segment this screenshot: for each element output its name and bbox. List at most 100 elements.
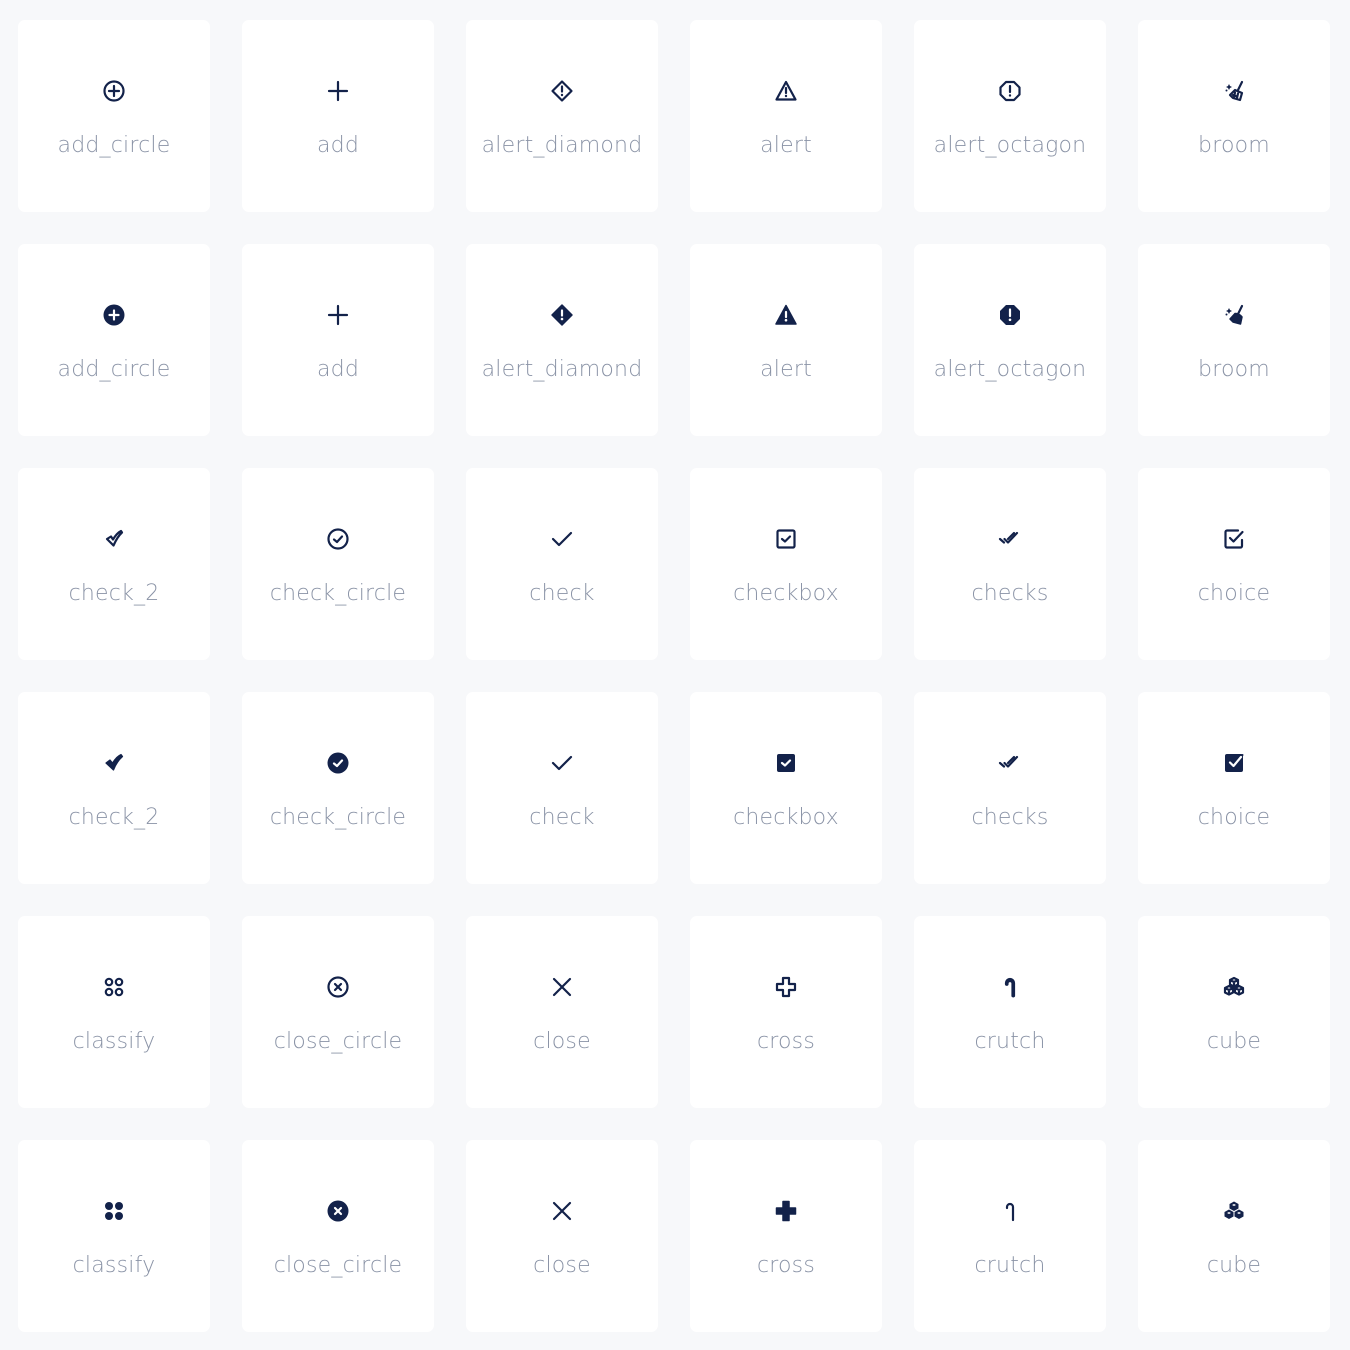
cube-filled-icon [1214, 1191, 1254, 1231]
icon-label: broom [1198, 133, 1270, 158]
icon-label: check_2 [68, 581, 160, 606]
icon-label: crutch [974, 1029, 1046, 1054]
icon-card-close-circle-outline[interactable]: close_circle [242, 916, 434, 1108]
icon-card-classify-filled[interactable]: classify [18, 1140, 210, 1332]
icon-card-broom-filled[interactable]: broom [1138, 244, 1330, 436]
cross-filled-icon [766, 1191, 806, 1231]
cross-outline-icon [766, 967, 806, 1007]
alert-diamond-filled-icon [542, 295, 582, 335]
icon-card-cross-filled[interactable]: cross [690, 1140, 882, 1332]
choice-outline-icon [1214, 519, 1254, 559]
icon-card-broom-outline[interactable]: broom [1138, 20, 1330, 212]
icon-label: add_circle [57, 133, 171, 158]
icon-label: checks [971, 805, 1049, 830]
add-outline-icon [318, 71, 358, 111]
icon-card-close-circle-filled[interactable]: close_circle [242, 1140, 434, 1332]
icon-card-crutch-outline[interactable]: crutch [914, 916, 1106, 1108]
icon-card-choice-outline[interactable]: choice [1138, 468, 1330, 660]
icon-label: check_circle [269, 805, 407, 830]
add-circle-filled-icon [94, 295, 134, 335]
icon-label: add [316, 133, 359, 158]
icon-label: cube [1206, 1029, 1262, 1054]
alert-outline-icon [766, 71, 806, 111]
icon-card-checks-outline[interactable]: checks [914, 468, 1106, 660]
icon-card-close-filled[interactable]: close [466, 1140, 658, 1332]
icon-label: checkbox [733, 805, 839, 830]
broom-filled-icon [1214, 295, 1254, 335]
icon-label: close [533, 1029, 591, 1054]
icon-card-check-circle-outline[interactable]: check_circle [242, 468, 434, 660]
close-outline-icon [542, 967, 582, 1007]
crutch-filled-icon [990, 1191, 1030, 1231]
icon-card-cube-filled[interactable]: cube [1138, 1140, 1330, 1332]
icon-card-check-outline[interactable]: check [466, 468, 658, 660]
icon-label: classify [72, 1029, 156, 1054]
icon-label: classify [72, 1253, 156, 1278]
icon-card-cube-outline[interactable]: cube [1138, 916, 1330, 1108]
icon-card-alert-octagon-filled[interactable]: alert_octagon [914, 244, 1106, 436]
icon-card-add-circle-outline[interactable]: add_circle [18, 20, 210, 212]
icon-label: crutch [974, 1253, 1046, 1278]
close-circle-filled-icon [318, 1191, 358, 1231]
broom-outline-icon [1214, 71, 1254, 111]
icon-label: cube [1206, 1253, 1262, 1278]
icon-card-choice-filled[interactable]: choice [1138, 692, 1330, 884]
classify-outline-icon [94, 967, 134, 1007]
icon-card-check-2-outline[interactable]: check_2 [18, 468, 210, 660]
icon-card-alert-outline[interactable]: alert [690, 20, 882, 212]
icon-card-alert-filled[interactable]: alert [690, 244, 882, 436]
icon-card-checkbox-outline[interactable]: checkbox [690, 468, 882, 660]
close-filled-icon [542, 1191, 582, 1231]
cube-outline-icon [1214, 967, 1254, 1007]
icon-card-checkbox-filled[interactable]: checkbox [690, 692, 882, 884]
icon-label: alert_octagon [933, 133, 1087, 158]
add-circle-outline-icon [94, 71, 134, 111]
check-circle-filled-icon [318, 743, 358, 783]
icon-label: check_2 [68, 805, 160, 830]
icon-card-close-outline[interactable]: close [466, 916, 658, 1108]
icon-label: broom [1198, 357, 1270, 382]
checkbox-filled-icon [766, 743, 806, 783]
icon-card-add-filled[interactable]: add [242, 244, 434, 436]
icon-card-crutch-filled[interactable]: crutch [914, 1140, 1106, 1332]
check-2-outline-icon [94, 519, 134, 559]
icon-label: checks [971, 581, 1049, 606]
check-2-filled-icon [94, 743, 134, 783]
icon-card-check-circle-filled[interactable]: check_circle [242, 692, 434, 884]
crutch-outline-icon [990, 967, 1030, 1007]
icon-label: cross [756, 1029, 816, 1054]
icon-label: add_circle [57, 357, 171, 382]
checkbox-outline-icon [766, 519, 806, 559]
icon-label: choice [1197, 581, 1271, 606]
icon-label: check_circle [269, 581, 407, 606]
icon-label: checkbox [733, 581, 839, 606]
icon-label: alert_diamond [481, 357, 643, 382]
icon-label: alert_octagon [933, 357, 1087, 382]
icon-card-add-circle-filled[interactable]: add_circle [18, 244, 210, 436]
alert-diamond-outline-icon [542, 71, 582, 111]
icon-card-check-2-filled[interactable]: check_2 [18, 692, 210, 884]
check-filled-icon [542, 743, 582, 783]
alert-octagon-outline-icon [990, 71, 1030, 111]
choice-filled-icon [1214, 743, 1254, 783]
icon-card-classify-outline[interactable]: classify [18, 916, 210, 1108]
icon-label: alert [760, 133, 812, 158]
close-circle-outline-icon [318, 967, 358, 1007]
icon-card-cross-outline[interactable]: cross [690, 916, 882, 1108]
icon-card-alert-diamond-outline[interactable]: alert_diamond [466, 20, 658, 212]
check-outline-icon [542, 519, 582, 559]
icon-label: close_circle [273, 1253, 403, 1278]
icon-card-check-filled[interactable]: check [466, 692, 658, 884]
icon-card-checks-filled[interactable]: checks [914, 692, 1106, 884]
icon-label: check [529, 805, 595, 830]
icon-label: alert [760, 357, 812, 382]
icon-label: cross [756, 1253, 816, 1278]
icon-card-add-outline[interactable]: add [242, 20, 434, 212]
classify-filled-icon [94, 1191, 134, 1231]
icon-card-alert-diamond-filled[interactable]: alert_diamond [466, 244, 658, 436]
add-filled-icon [318, 295, 358, 335]
checks-outline-icon [990, 519, 1030, 559]
checks-filled-icon [990, 743, 1030, 783]
check-circle-outline-icon [318, 519, 358, 559]
icon-card-alert-octagon-outline[interactable]: alert_octagon [914, 20, 1106, 212]
